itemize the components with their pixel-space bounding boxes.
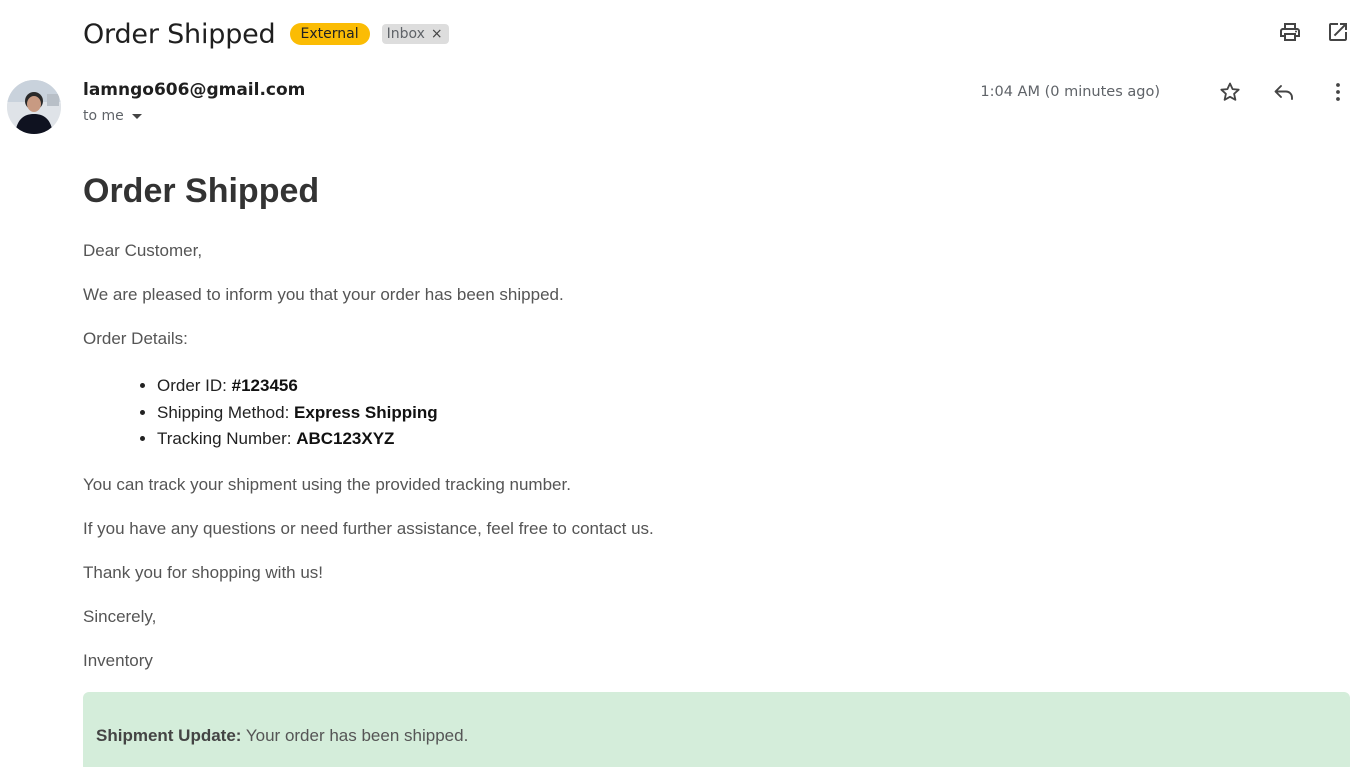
email-view: Order Shipped External Inbox × lamngo606… <box>0 0 1368 767</box>
intro-text: We are pleased to inform you that your o… <box>83 285 564 304</box>
list-item: Order ID: #123456 <box>157 373 1350 400</box>
caret-down-icon[interactable] <box>131 113 142 119</box>
recipient-text: to me <box>83 108 124 124</box>
email-body: Order Shipped Dear Customer, We are plea… <box>83 172 1350 671</box>
sender-avatar[interactable] <box>7 80 61 134</box>
reply-icon[interactable] <box>1272 80 1296 104</box>
detail-label: Order ID: <box>157 376 232 395</box>
greeting-text: Dear Customer, <box>83 241 203 260</box>
inbox-label-text: Inbox <box>386 26 425 42</box>
signature-text: Inventory <box>83 650 153 670</box>
order-details-list: Order ID: #123456 Shipping Method: Expre… <box>83 373 1350 453</box>
track-note: You can track your shipment using the pr… <box>83 474 571 494</box>
message-timestamp: 1:04 AM (0 minutes ago) <box>980 84 1160 100</box>
email-subject: Order Shipped <box>83 18 276 50</box>
remove-label-icon[interactable]: × <box>431 26 443 42</box>
list-item: Tracking Number: ABC123XYZ <box>157 426 1350 453</box>
detail-label: Tracking Number: <box>157 429 297 448</box>
body-heading: Order Shipped <box>83 172 320 210</box>
details-label: Order Details: <box>83 329 188 348</box>
more-vertical-icon[interactable] <box>1326 80 1350 104</box>
detail-value: Express Shipping <box>294 402 438 422</box>
signoff-text: Sincerely, <box>83 606 157 626</box>
top-actions <box>1278 20 1350 44</box>
notice-text: Shipment Update: Your order has been shi… <box>96 726 468 746</box>
detail-value: ABC123XYZ <box>296 429 395 448</box>
open-in-new-window-icon[interactable] <box>1326 20 1350 44</box>
detail-value: #123456 <box>231 376 298 395</box>
detail-label: Shipping Method: <box>157 402 295 422</box>
recipient-summary[interactable]: to me <box>83 108 305 124</box>
print-icon[interactable] <box>1278 20 1302 44</box>
thanks-text: Thank you for shopping with us! <box>83 562 324 582</box>
questions-note: If you have any questions or need furthe… <box>83 518 654 538</box>
notice-message: Your order has been shipped. <box>241 726 469 745</box>
sender-email[interactable]: lamngo606@gmail.com <box>83 80 305 100</box>
message-meta: 1:04 AM (0 minutes ago) <box>980 80 1350 104</box>
sender-block: lamngo606@gmail.com to me <box>83 80 305 124</box>
external-label-badge: External <box>289 23 370 45</box>
inbox-label-chip[interactable]: Inbox × <box>381 24 449 44</box>
shipment-update-notice: Shipment Update: Your order has been shi… <box>83 692 1350 767</box>
notice-label: Shipment Update: <box>96 726 242 745</box>
star-icon[interactable] <box>1218 80 1242 104</box>
subject-row: Order Shipped External Inbox × <box>83 14 449 54</box>
list-item: Shipping Method: Express Shipping <box>157 400 1350 427</box>
